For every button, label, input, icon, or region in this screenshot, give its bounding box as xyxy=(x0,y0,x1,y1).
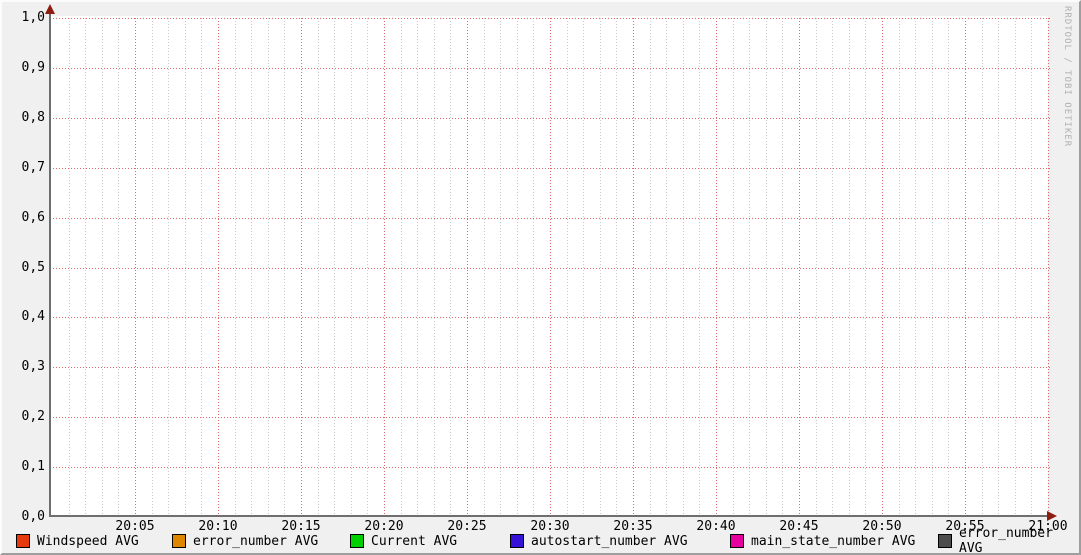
legend-item: main_state_number AVG xyxy=(730,533,915,549)
y-axis-line xyxy=(49,9,51,517)
legend-swatch-icon xyxy=(350,534,364,548)
y-axis-arrow-icon xyxy=(45,4,55,14)
y-tick-label: 0,6 xyxy=(21,210,45,225)
x-tick-label: 20:45 xyxy=(779,519,819,534)
legend-label: error_number AVG xyxy=(193,533,319,549)
x-tick-label: 20:20 xyxy=(364,519,404,534)
legend-item: Windspeed AVG xyxy=(16,533,139,549)
major-gridline-horizontal xyxy=(50,68,1050,69)
x-tick-label: 20:10 xyxy=(198,519,238,534)
x-tick-label: 20:40 xyxy=(696,519,736,534)
x-axis-line xyxy=(49,515,1050,517)
y-tick-label: 0,4 xyxy=(21,309,45,324)
x-tick-label: 20:30 xyxy=(530,519,570,534)
legend-label: autostart_number AVG xyxy=(531,533,688,549)
rrdtool-graph: 1,0 0,9 0,8 0,7 0,6 0,5 0,4 0,3 0,2 0,1 0,0 20:05 2… xyxy=(0,0,1081,555)
major-gridline-horizontal xyxy=(50,367,1050,368)
y-tick-label: 0,2 xyxy=(21,409,45,424)
y-tick-label: 0,0 xyxy=(21,509,45,524)
legend-label: error_number AVG xyxy=(959,526,1053,555)
legend-item: error_number AVG xyxy=(938,526,1079,553)
x-tick-label: 20:05 xyxy=(115,519,155,534)
legend-label: Windspeed AVG xyxy=(37,533,139,549)
legend-swatch-icon xyxy=(172,534,186,548)
y-tick-label: 0,3 xyxy=(21,359,45,374)
major-gridline-horizontal xyxy=(50,168,1050,169)
major-gridline-horizontal xyxy=(50,417,1050,418)
major-gridline-horizontal xyxy=(50,18,1050,19)
legend-swatch-icon xyxy=(730,534,744,548)
y-tick-label: 0,9 xyxy=(21,60,45,75)
major-gridline-horizontal xyxy=(50,218,1050,219)
major-gridline-horizontal xyxy=(50,118,1050,119)
legend-swatch-icon xyxy=(938,534,952,548)
y-tick-label: 1,0 xyxy=(21,10,45,25)
x-tick-label: 20:25 xyxy=(447,519,487,534)
legend-label: Current AVG xyxy=(371,533,458,549)
major-gridline-horizontal xyxy=(50,317,1050,318)
y-tick-label: 0,8 xyxy=(21,110,45,125)
legend-swatch-icon xyxy=(510,534,524,548)
x-tick-label: 20:15 xyxy=(281,519,321,534)
y-tick-label: 0,1 xyxy=(21,459,45,474)
legend-label: main_state_number AVG xyxy=(751,533,916,549)
legend-swatch-icon xyxy=(16,534,30,548)
legend-item: autostart_number AVG xyxy=(510,533,688,549)
legend-item: error_number AVG xyxy=(172,533,318,549)
legend-item: Current AVG xyxy=(350,533,457,549)
x-tick-label: 20:35 xyxy=(613,519,653,534)
rrdtool-watermark: RRDTOOL / TOBI OETIKER xyxy=(1062,6,1072,148)
major-gridline-horizontal xyxy=(50,467,1050,468)
major-gridline-horizontal xyxy=(50,268,1050,269)
y-tick-label: 0,5 xyxy=(21,260,45,275)
x-tick-label: 20:50 xyxy=(862,519,902,534)
y-tick-label: 0,7 xyxy=(21,160,45,175)
